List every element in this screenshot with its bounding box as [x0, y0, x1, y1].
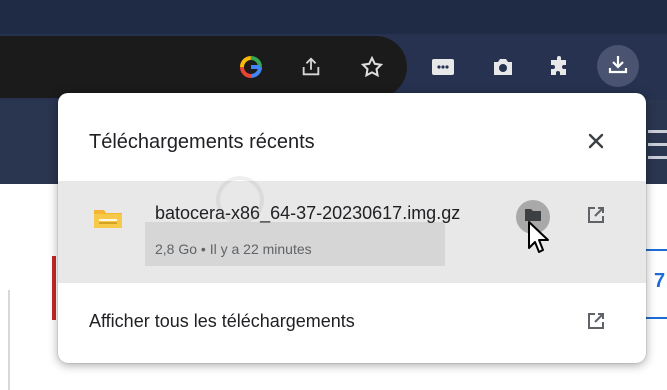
page-peek-text: 7 — [654, 270, 666, 292]
puzzle-icon[interactable] — [546, 53, 574, 81]
bookmark-star-icon[interactable] — [358, 53, 386, 81]
close-button[interactable] — [582, 129, 610, 157]
window-top-strip — [0, 0, 667, 34]
download-icon — [606, 52, 630, 81]
popup-title: Téléchargements récents — [89, 131, 315, 153]
extension-dots-icon[interactable] — [430, 55, 456, 79]
google-icon[interactable] — [238, 54, 264, 80]
share-icon[interactable] — [298, 54, 324, 80]
close-icon — [587, 132, 605, 155]
archive-folder-icon — [93, 207, 123, 229]
show-all-downloads-link[interactable]: Afficher tous les téléchargements — [58, 283, 646, 363]
page-red-accent — [52, 256, 56, 320]
page-divider — [8, 290, 10, 390]
camera-icon[interactable] — [489, 54, 517, 80]
menu-lines-icon — [648, 130, 667, 172]
mouse-cursor-icon — [527, 220, 551, 256]
open-external-icon — [582, 307, 610, 335]
watermark-logo — [145, 160, 445, 280]
download-button[interactable] — [597, 45, 639, 87]
address-bar[interactable] — [0, 36, 407, 98]
open-external-icon — [587, 206, 605, 229]
open-download-button[interactable] — [582, 203, 610, 231]
show-all-downloads-label: Afficher tous les téléchargements — [89, 311, 355, 331]
